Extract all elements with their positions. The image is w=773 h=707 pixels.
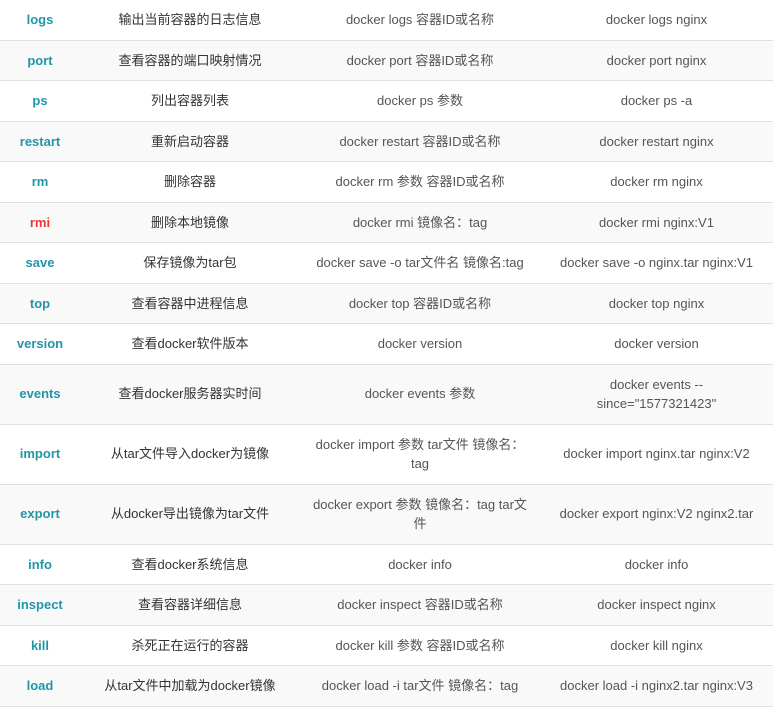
command-syntax: docker import 参数 tar文件 镜像名：tag	[300, 424, 540, 484]
command-name: version	[0, 324, 80, 365]
table-row: logs 输出当前容器的日志信息 docker logs 容器ID或名称 doc…	[0, 0, 773, 40]
command-description: 查看容器详细信息	[80, 585, 300, 626]
command-description: 删除容器	[80, 162, 300, 203]
table-row: save 保存镜像为tar包 docker save -o tar文件名 镜像名…	[0, 243, 773, 284]
command-name: import	[0, 424, 80, 484]
command-example: docker export nginx:V2 nginx2.tar	[540, 484, 773, 544]
docker-commands-table: logs 输出当前容器的日志信息 docker logs 容器ID或名称 doc…	[0, 0, 773, 707]
command-syntax: docker version	[300, 324, 540, 365]
command-syntax: docker logs 容器ID或名称	[300, 0, 540, 40]
command-name: ps	[0, 81, 80, 122]
command-name: export	[0, 484, 80, 544]
table-row: info 查看docker系统信息 docker info docker inf…	[0, 544, 773, 585]
command-name: logs	[0, 0, 80, 40]
command-description: 杀死正在运行的容器	[80, 625, 300, 666]
command-example: docker import nginx.tar nginx:V2	[540, 424, 773, 484]
command-description: 保存镜像为tar包	[80, 243, 300, 284]
table-row: ps 列出容器列表 docker ps 参数 docker ps -a	[0, 81, 773, 122]
command-syntax: docker rmi 镜像名：tag	[300, 202, 540, 243]
command-description: 从tar文件中加载为docker镜像	[80, 666, 300, 707]
command-syntax: docker top 容器ID或名称	[300, 283, 540, 324]
command-syntax: docker ps 参数	[300, 81, 540, 122]
table-row: top 查看容器中进程信息 docker top 容器ID或名称 docker …	[0, 283, 773, 324]
command-description: 删除本地镜像	[80, 202, 300, 243]
command-syntax: docker save -o tar文件名 镜像名:tag	[300, 243, 540, 284]
command-description: 查看docker服务器实时间	[80, 364, 300, 424]
command-description: 查看docker系统信息	[80, 544, 300, 585]
command-name: rmi	[0, 202, 80, 243]
command-example: docker load -i nginx2.tar nginx:V3	[540, 666, 773, 707]
command-syntax: docker export 参数 镜像名：tag tar文件	[300, 484, 540, 544]
table-row: kill 杀死正在运行的容器 docker kill 参数 容器ID或名称 do…	[0, 625, 773, 666]
command-name: port	[0, 40, 80, 81]
table-row: port 查看容器的端口映射情况 docker port 容器ID或名称 doc…	[0, 40, 773, 81]
command-syntax: docker restart 容器ID或名称	[300, 121, 540, 162]
command-syntax: docker port 容器ID或名称	[300, 40, 540, 81]
command-example: docker logs nginx	[540, 0, 773, 40]
command-description: 从docker导出镜像为tar文件	[80, 484, 300, 544]
command-syntax: docker info	[300, 544, 540, 585]
command-example: docker save -o nginx.tar nginx:V1	[540, 243, 773, 284]
command-name: load	[0, 666, 80, 707]
table-row: rmi 删除本地镜像 docker rmi 镜像名：tag docker rmi…	[0, 202, 773, 243]
command-example: docker inspect nginx	[540, 585, 773, 626]
command-syntax: docker events 参数	[300, 364, 540, 424]
command-example: docker info	[540, 544, 773, 585]
command-name: top	[0, 283, 80, 324]
command-syntax: docker load -i tar文件 镜像名：tag	[300, 666, 540, 707]
command-example: docker version	[540, 324, 773, 365]
command-example: docker port nginx	[540, 40, 773, 81]
command-example: docker restart nginx	[540, 121, 773, 162]
command-description: 查看docker软件版本	[80, 324, 300, 365]
table-row: import 从tar文件导入docker为镜像 docker import 参…	[0, 424, 773, 484]
command-syntax: docker kill 参数 容器ID或名称	[300, 625, 540, 666]
command-name: kill	[0, 625, 80, 666]
command-example: docker ps -a	[540, 81, 773, 122]
command-example: docker events --since="1577321423"	[540, 364, 773, 424]
command-description: 查看容器中进程信息	[80, 283, 300, 324]
command-description: 查看容器的端口映射情况	[80, 40, 300, 81]
table-row: load 从tar文件中加载为docker镜像 docker load -i t…	[0, 666, 773, 707]
table-row: inspect 查看容器详细信息 docker inspect 容器ID或名称 …	[0, 585, 773, 626]
command-name: inspect	[0, 585, 80, 626]
command-name: events	[0, 364, 80, 424]
command-name: save	[0, 243, 80, 284]
table-row: export 从docker导出镜像为tar文件 docker export 参…	[0, 484, 773, 544]
table-row: rm 删除容器 docker rm 参数 容器ID或名称 docker rm n…	[0, 162, 773, 203]
command-description: 从tar文件导入docker为镜像	[80, 424, 300, 484]
command-description: 重新启动容器	[80, 121, 300, 162]
command-name: restart	[0, 121, 80, 162]
command-syntax: docker inspect 容器ID或名称	[300, 585, 540, 626]
command-name: info	[0, 544, 80, 585]
command-description: 列出容器列表	[80, 81, 300, 122]
command-syntax: docker rm 参数 容器ID或名称	[300, 162, 540, 203]
table-row: events 查看docker服务器实时间 docker events 参数 d…	[0, 364, 773, 424]
table-row: version 查看docker软件版本 docker version dock…	[0, 324, 773, 365]
command-description: 输出当前容器的日志信息	[80, 0, 300, 40]
command-example: docker kill nginx	[540, 625, 773, 666]
command-name: rm	[0, 162, 80, 203]
command-example: docker rmi nginx:V1	[540, 202, 773, 243]
command-example: docker rm nginx	[540, 162, 773, 203]
command-example: docker top nginx	[540, 283, 773, 324]
table-row: restart 重新启动容器 docker restart 容器ID或名称 do…	[0, 121, 773, 162]
